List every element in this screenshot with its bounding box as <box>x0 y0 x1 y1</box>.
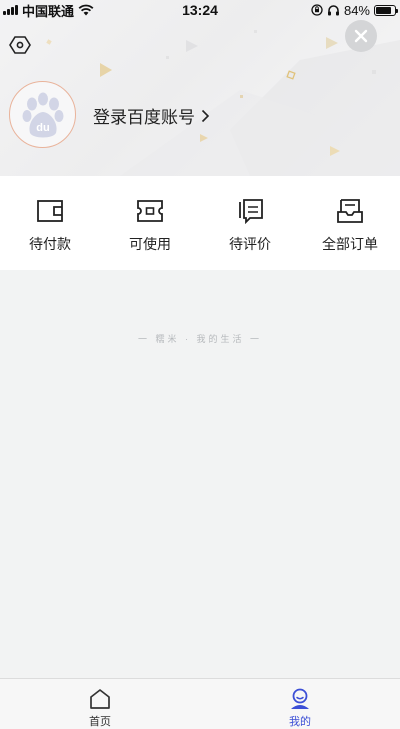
order-item-usable[interactable]: 可使用 <box>100 176 200 270</box>
order-label: 待评价 <box>229 236 271 252</box>
status-bar: 中国联通 13:24 84% <box>0 0 400 20</box>
tab-bar: 首页 我的 <box>0 678 400 729</box>
home-icon <box>90 689 110 709</box>
login-text: 登录百度账号 <box>93 108 195 127</box>
order-list-icon <box>335 196 365 226</box>
lock-rotation-icon <box>311 4 323 16</box>
close-button[interactable] <box>345 20 377 52</box>
baidu-paw-logo-icon: du <box>22 92 63 137</box>
wallet-icon <box>35 196 65 226</box>
comment-icon <box>235 196 265 226</box>
avatar[interactable]: du <box>9 81 76 148</box>
tagline: 一 糯米 · 我的生活 一 <box>138 334 262 344</box>
settings-button[interactable] <box>8 33 32 57</box>
close-icon <box>354 29 368 43</box>
battery-percent: 84% <box>343 2 370 18</box>
profile-header: du 登录百度账号 <box>0 0 400 176</box>
order-shortcuts: 待付款 可使用 待评价 全部订单 <box>0 176 400 270</box>
order-label: 全部订单 <box>322 236 378 252</box>
status-right: 84% <box>311 2 398 18</box>
login-link[interactable]: 登录百度账号 <box>93 103 210 128</box>
ticket-icon <box>135 196 165 226</box>
tab-label: 我的 <box>289 716 311 728</box>
avatar-logo-text: du <box>36 122 49 134</box>
tab-profile[interactable]: 我的 <box>200 679 400 729</box>
order-label: 待付款 <box>29 236 71 252</box>
order-item-pending-review[interactable]: 待评价 <box>200 176 300 270</box>
chevron-right-icon <box>201 109 210 122</box>
battery-icon <box>374 4 398 16</box>
order-label: 可使用 <box>129 236 171 252</box>
headphones-icon <box>327 5 339 16</box>
settings-icon <box>9 36 31 54</box>
tab-label: 首页 <box>89 716 111 728</box>
order-item-pending-payment[interactable]: 待付款 <box>0 176 100 270</box>
profile-icon <box>291 688 309 709</box>
tab-home[interactable]: 首页 <box>0 679 200 729</box>
order-item-all-orders[interactable]: 全部订单 <box>300 176 400 270</box>
